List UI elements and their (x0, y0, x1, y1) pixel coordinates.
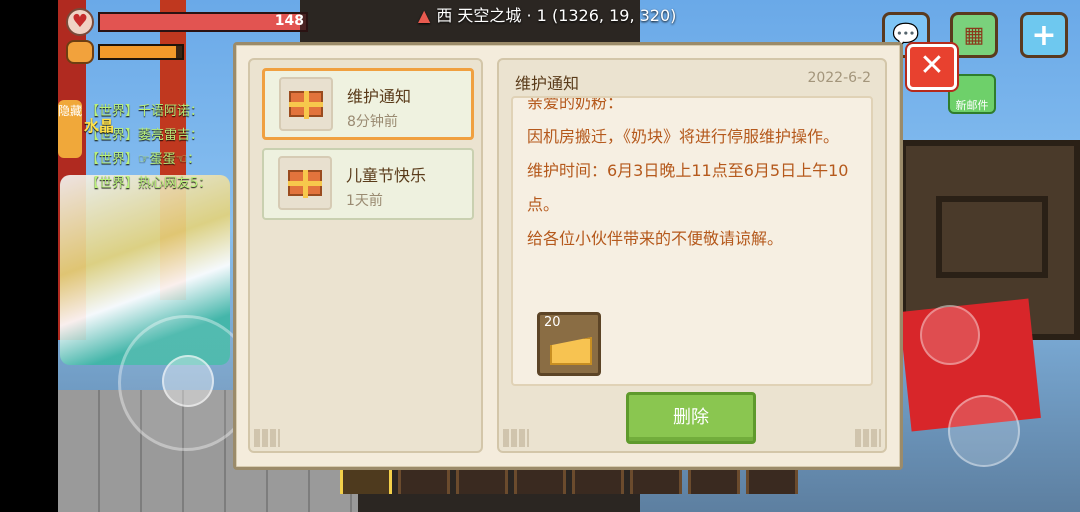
health-value: 148 (274, 13, 304, 29)
direction-label: 西 (436, 6, 453, 25)
heart-icon: ♥ (66, 8, 94, 36)
hunger-bar-fill (100, 46, 177, 58)
plus-icon: + (1031, 17, 1057, 53)
mail-body: 亲爱的奶粉： 因机房搬迁，《奶块》将进行停服维护操作。 维护时间：6月3日晚上1… (527, 96, 865, 256)
screen-notch-bar (0, 0, 58, 512)
health-bar-fill (100, 14, 300, 30)
mail-item-time: 8分钟前 (347, 114, 398, 130)
corner-grip-icon (254, 429, 280, 447)
mail-list-item[interactable]: 维护通知 8分钟前 (262, 68, 474, 140)
expand-menu-button[interactable]: + (1020, 12, 1068, 58)
hunger-bar (98, 44, 184, 60)
chat-line: 【世界】☞蛋蛋☜： (86, 152, 201, 167)
attachment-slot[interactable]: 20 (537, 312, 601, 376)
shop-button[interactable]: ▦ (950, 12, 998, 58)
corner-grip-icon (503, 429, 529, 447)
location-text: 天空之城 · 1 (1326, 19, 320) (457, 6, 677, 25)
delete-button[interactable]: 删除 (626, 392, 756, 444)
location-readout: ▲ 西 天空之城 · 1 (1326, 19, 320) (418, 2, 676, 26)
attachment-count: 20 (544, 315, 561, 330)
mail-item-title: 维护通知 (347, 87, 412, 106)
cheese-icon (550, 337, 592, 365)
joystick-knob[interactable] (162, 355, 214, 407)
health-bar: 148 (98, 12, 308, 32)
mail-list-item[interactable]: 儿童节快乐 1天前 (262, 148, 474, 220)
mail-item-time: 1天前 (346, 193, 383, 209)
chat-line: 【世界】热心网友5： (86, 176, 212, 191)
mail-greeting: 亲爱的奶粉： (527, 96, 624, 112)
mail-detail-date: 2022-6-2 (807, 70, 871, 86)
mail-list: 维护通知 8分钟前 儿童节快乐 1天前 (248, 58, 483, 453)
player-name-tag: 水晶 (84, 117, 115, 135)
chat-toggle-label: 隐藏 (58, 104, 83, 118)
jump-button[interactable] (948, 395, 1020, 467)
mail-detail-title: 维护通知 (515, 74, 580, 93)
mail-paragraph: 维护时间：6月3日晚上11点至6月5日上午10点。 (527, 161, 849, 214)
new-mail-label: 新邮件 (955, 99, 989, 112)
mail-detail: 维护通知 2022-6-2 亲爱的奶粉： 因机房搬迁，《奶块》将进行停服维护操作… (497, 58, 887, 453)
mail-paragraph: 因机房搬迁，《奶块》将进行停服维护操作。 (527, 127, 840, 146)
chat-log: 【世界】千语阿诺： 【世界】萎亮雷吉： 【世界】☞蛋蛋☜： 【世界】热心网友5：… (84, 100, 212, 196)
sneak-button[interactable] (920, 305, 980, 365)
close-button[interactable]: ✕ (907, 44, 957, 90)
close-icon: ✕ (919, 48, 945, 83)
corner-grip-icon (855, 429, 881, 447)
gift-icon (278, 156, 332, 210)
mail-item-title: 儿童节快乐 (346, 166, 427, 185)
mail-content[interactable]: 亲爱的奶粉： 因机房搬迁，《奶块》将进行停服维护操作。 维护时间：6月3日晚上1… (511, 96, 873, 386)
shop-icon: ▦ (963, 22, 985, 48)
mail-paragraph: 给各位小伙伴带来的不便敬请谅解。 (527, 229, 784, 248)
compass-icon: ▲ (418, 6, 431, 25)
hunger-icon (66, 40, 94, 64)
chat-hide-toggle[interactable]: 隐藏 (58, 100, 82, 158)
gift-icon (279, 77, 333, 131)
